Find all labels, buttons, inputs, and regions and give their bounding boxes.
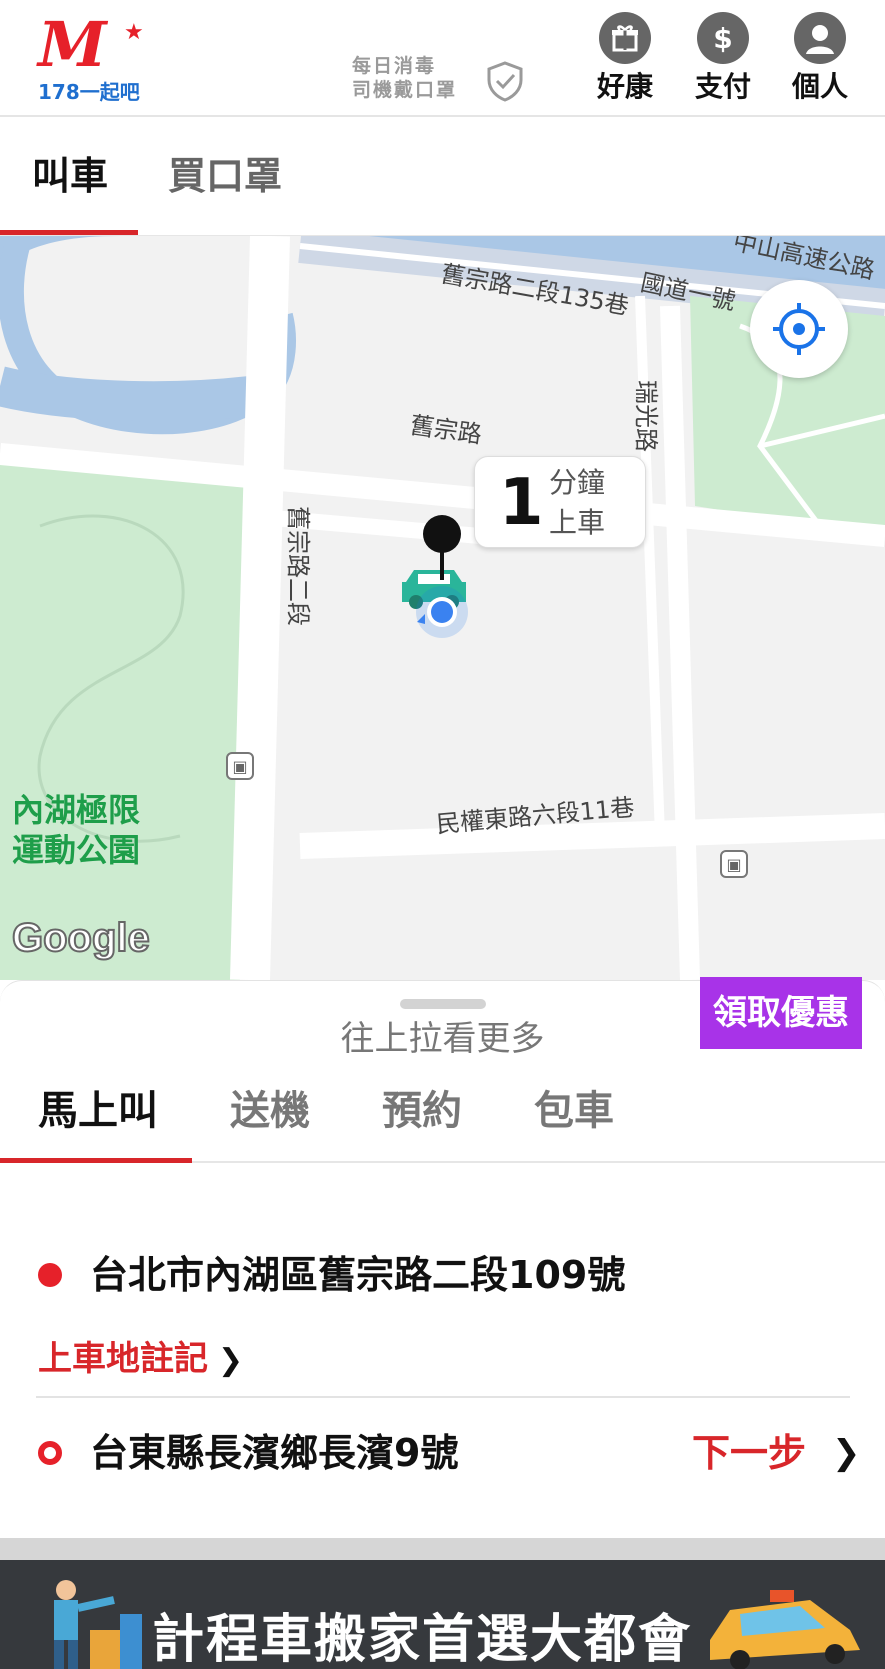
crosshair-icon (773, 303, 825, 355)
app-header: M ★ 178一起吧 每日消毒 司機戴口罩 好康 $ 支付 個人 (0, 0, 885, 117)
road-label-ruiguang: 瑞光路 (632, 380, 660, 452)
ride-type-tabs: 馬上叫 送機 預約 包車 (0, 1073, 885, 1163)
address-divider (36, 1396, 850, 1398)
brand-logo[interactable]: M ★ 178一起吧 (34, 8, 144, 105)
header-deals-button[interactable]: 好康 (580, 12, 670, 104)
chevron-right-icon: ❯ (218, 1343, 244, 1378)
section-gap (0, 1538, 885, 1560)
person-icon (794, 12, 846, 64)
header-payment-label: 支付 (694, 70, 751, 103)
tab-call-taxi[interactable]: 叫車 (32, 153, 108, 199)
header-profile-button[interactable]: 個人 (775, 12, 865, 104)
dollar-icon: $ (697, 12, 749, 64)
pickup-note-label: 上車地註記 (38, 1339, 208, 1379)
logo-star-icon: ★ (124, 20, 144, 45)
locate-me-button[interactable] (750, 280, 848, 378)
taxi-car-icon (710, 1590, 860, 1669)
daily-notice-line2: 司機戴口罩 (352, 79, 458, 101)
mover-person-icon (54, 1580, 142, 1669)
tab-airport[interactable]: 送機 (230, 1087, 310, 1135)
tab-charter[interactable]: 包車 (534, 1087, 614, 1135)
promo-banner[interactable]: 計程車搬家首選大都會 (0, 1560, 885, 1669)
eta-action: 上車 (549, 506, 606, 539)
pickup-dot-icon (38, 1263, 62, 1287)
google-logo: Google (11, 915, 151, 961)
banner-headline: 計程車搬家首選大都會 (152, 1610, 693, 1669)
header-payment-button[interactable]: $ 支付 (678, 12, 768, 104)
service-tabs: 叫車 買口罩 (0, 119, 885, 236)
destination-address[interactable]: 台東縣長濱鄉長濱9號 (90, 1429, 458, 1477)
active-tab-indicator (0, 230, 138, 235)
map-view[interactable]: 中山高速公路 國道一號 舊宗路二段135巷 瑞光路 舊宗路 舊宗路二段 民權東路… (0, 236, 885, 980)
daily-notice-line1: 每日消毒 (352, 55, 437, 77)
chevron-right-icon[interactable]: ❯ (832, 1431, 861, 1475)
booking-sheet[interactable]: 往上拉看更多 領取優惠 馬上叫 送機 預約 包車 台北市內湖區舊宗路二段109號… (0, 977, 885, 1538)
tab-reserve[interactable]: 預約 (382, 1087, 462, 1135)
bus-stop-icon[interactable]: ▣ (226, 752, 254, 780)
eta-minutes: 1 (499, 466, 544, 540)
park-label-line1: 內湖極限 (12, 791, 141, 829)
active-ride-tab-indicator (0, 1158, 192, 1163)
gift-icon (599, 12, 651, 64)
current-location-icon (416, 586, 468, 638)
destination-ring-icon (38, 1441, 62, 1465)
tab-ride-now[interactable]: 馬上叫 (38, 1087, 158, 1135)
logo-letter: M (38, 8, 107, 81)
pickup-address[interactable]: 台北市內湖區舊宗路二段109號 (90, 1251, 625, 1299)
claim-promo-button[interactable]: 領取優惠 (700, 977, 862, 1049)
pickup-pin-icon[interactable] (420, 514, 464, 580)
road-label-jiuzong-sec2: 舊宗路二段 (284, 506, 312, 626)
header-profile-label: 個人 (791, 70, 848, 103)
park-label-line2: 運動公園 (12, 831, 141, 869)
shield-check-icon (487, 61, 523, 102)
eta-unit: 分鐘 (549, 466, 606, 499)
tab-buy-masks[interactable]: 買口罩 (168, 153, 282, 199)
logo-subtitle: 178一起吧 (38, 80, 140, 104)
sheet-drag-handle[interactable] (400, 999, 486, 1009)
pickup-note-link[interactable]: 上車地註記 ❯ (38, 1337, 243, 1383)
next-step-button[interactable]: 下一步 (692, 1429, 806, 1477)
daily-safety-notice: 每日消毒 司機戴口罩 (352, 54, 542, 108)
bus-stop-icon[interactable]: ▣ (720, 850, 748, 878)
park-label: 內湖極限 運動公園 (12, 790, 140, 870)
eta-bubble: 1 分鐘 上車 (474, 456, 646, 548)
header-deals-label: 好康 (596, 70, 653, 103)
